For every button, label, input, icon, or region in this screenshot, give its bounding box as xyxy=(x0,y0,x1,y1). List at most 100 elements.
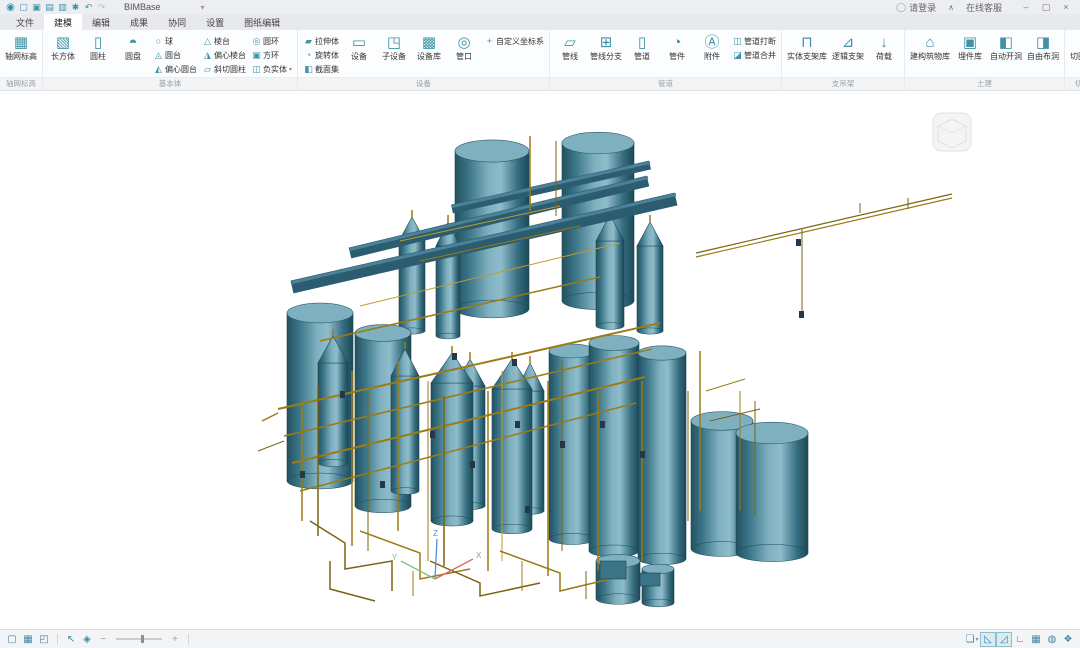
save-button[interactable]: ▤ xyxy=(44,2,55,13)
minimize-button[interactable]: – xyxy=(1016,1,1036,14)
logical-support-button[interactable]: ⊿逻辑支架 xyxy=(830,32,866,61)
equipment-button[interactable]: ▭设备 xyxy=(342,32,376,61)
redo-button[interactable]: ↷ xyxy=(96,2,107,13)
section-b-button[interactable]: ◿ xyxy=(997,633,1011,646)
online-help-link[interactable]: 在线客服 xyxy=(966,1,1002,14)
cuboid-button[interactable]: ▧长方体 xyxy=(46,32,80,61)
button-label: 圆盘 xyxy=(125,52,141,61)
viewport-3d[interactable]: Z Y X xyxy=(0,91,1080,629)
new-file-button[interactable]: ▢ xyxy=(18,2,29,13)
load-button[interactable]: ↓荷载 xyxy=(867,32,901,61)
settings-button[interactable]: ✱ xyxy=(70,2,81,13)
ribbon: ▦轴网标高轴网标高▧长方体▯圆柱◓圆盘○球◬圆台◭偏心圆台△棱台◮偏心棱台▱斜切… xyxy=(0,30,1080,91)
tab-file[interactable]: 文件 xyxy=(6,14,44,30)
pipeline-button[interactable]: ▱管线 xyxy=(553,32,587,61)
building-structure-library-button[interactable]: ⌂建构筑物库 xyxy=(908,32,952,61)
dropdown-caret-icon[interactable]: ▾ xyxy=(289,66,292,73)
extrusion-button[interactable]: ▰拉伸体 xyxy=(303,34,339,48)
cube-icon[interactable]: ◈ xyxy=(80,633,94,646)
ucs-button[interactable]: ∟ xyxy=(1013,633,1027,646)
cone-frustum-button[interactable]: ◬圆台 xyxy=(153,48,197,62)
beveled-cylinder-button[interactable]: ▱斜切圆柱 xyxy=(202,62,246,76)
grid-elevation-button[interactable]: ▦轴网标高 xyxy=(3,32,39,61)
zoom-slider[interactable] xyxy=(116,638,162,640)
tab-collaboration[interactable]: 协同 xyxy=(158,14,196,30)
button-label: 逻辑支架 xyxy=(832,52,864,61)
ribbon-group-supports-hangers: ⊓实体支架库⊿逻辑支架↓荷载支吊架 xyxy=(782,30,905,90)
tab-edit[interactable]: 编辑 xyxy=(82,14,120,30)
pipe-break-button[interactable]: ◫管道打断 xyxy=(732,34,776,48)
tab-drawing-edit[interactable]: 图纸编辑 xyxy=(234,14,290,30)
grid-icon[interactable]: ▦ xyxy=(21,633,35,646)
close-button[interactable]: × xyxy=(1056,1,1076,14)
item-label: 方环 xyxy=(263,50,279,61)
dropdown-caret-icon[interactable]: ▾ xyxy=(975,636,978,643)
pipe-icon: ▯ xyxy=(638,32,646,52)
torus-button[interactable]: ◎圆环 xyxy=(251,34,292,48)
orbit-button[interactable]: ◍ xyxy=(1045,633,1059,646)
display-settings-button[interactable]: ❖ xyxy=(1061,633,1075,646)
collapse-ribbon-icon[interactable]: ∧ xyxy=(948,3,954,12)
pointer-icon[interactable]: ↖ xyxy=(64,633,78,646)
section-a-button[interactable]: ◺ xyxy=(981,633,995,646)
solid-support-library-button[interactable]: ⊓实体支架库 xyxy=(785,32,829,61)
item-label: 管道合并 xyxy=(744,50,776,61)
button-label: 设备 xyxy=(351,52,367,61)
tab-settings[interactable]: 设置 xyxy=(196,14,234,30)
open-file-button[interactable]: ▣ xyxy=(31,2,42,13)
zoom-slider-handle[interactable] xyxy=(141,635,144,643)
eccentric-cone-frustum-button[interactable]: ◭偏心圆台 xyxy=(153,62,197,76)
section-cube-button[interactable]: ◪切图立方体 xyxy=(1068,32,1080,61)
nozzle-icon: ◎ xyxy=(457,32,470,52)
pipeline-branch-button[interactable]: ⊞管线分支 xyxy=(588,32,624,61)
pipeline-icon: ▱ xyxy=(564,32,576,52)
new-view-icon: ▢ xyxy=(7,634,16,645)
pipe-fitting-button[interactable]: ◔管件 xyxy=(660,32,694,61)
cylinder-icon: ▯ xyxy=(94,32,102,52)
tab-modeling[interactable]: 建模 xyxy=(44,14,82,30)
sub-equipment-button[interactable]: ◳子设备 xyxy=(377,32,411,61)
grid-icon-icon: ▦ xyxy=(23,634,32,645)
disc-button[interactable]: ◓圆盘 xyxy=(116,32,150,61)
status-bar: ▢▦◰ ↖◈ − + ❏▾◺◿∟▦◍❖ xyxy=(0,629,1080,648)
ribbon-small-column: ▰拉伸体◔旋转体◧截面集 xyxy=(301,32,341,76)
sphere-button[interactable]: ○球 xyxy=(153,34,197,48)
undo-button[interactable]: ↶ xyxy=(83,2,94,13)
pipe-button[interactable]: ▯管道 xyxy=(625,32,659,61)
item-label: 管道打断 xyxy=(744,36,776,47)
title-dropdown-icon[interactable]: ▾ xyxy=(201,3,205,12)
cylinder-button[interactable]: ▯圆柱 xyxy=(81,32,115,61)
grid-toggle-button[interactable]: ▦ xyxy=(1029,633,1043,646)
attachment-icon: Ⓐ xyxy=(705,32,720,52)
login-button[interactable]: ◯ 请登录 xyxy=(896,1,936,14)
square-torus-button[interactable]: ▣方环 xyxy=(251,48,292,62)
negative-solid-button[interactable]: ◫负实体▾ xyxy=(251,62,292,76)
attachment-button[interactable]: Ⓐ附件 xyxy=(695,32,729,61)
save-as-button[interactable]: ▥ xyxy=(57,2,68,13)
revolve-button[interactable]: ◔旋转体 xyxy=(303,48,339,62)
button-label: 子设备 xyxy=(382,52,406,61)
negative-solid-icon: ◫ xyxy=(251,64,262,75)
display-settings-icon: ❖ xyxy=(1064,634,1073,645)
equipment-library-button[interactable]: ▩设备库 xyxy=(412,32,446,61)
pipe-merge-button[interactable]: ◪管道合并 xyxy=(732,48,776,62)
embedded-parts-library-button[interactable]: ▣埋件库 xyxy=(953,32,987,61)
view-cube[interactable] xyxy=(933,113,971,151)
custom-coordinate-system-button[interactable]: +自定义坐标系 xyxy=(484,34,544,48)
zoom-out-button[interactable]: − xyxy=(96,633,110,646)
section-set-button[interactable]: ◧截面集 xyxy=(303,62,339,76)
nozzle-button[interactable]: ◎管口 xyxy=(447,32,481,61)
new-view-button[interactable]: ▢ xyxy=(5,633,19,646)
tab-results[interactable]: 成果 xyxy=(120,14,158,30)
layout-icon[interactable]: ◰ xyxy=(37,633,51,646)
eccentric-pyramid-frustum-button[interactable]: ◮偏心棱台 xyxy=(202,48,246,62)
auto-opening-button[interactable]: ◧自动开洞 xyxy=(988,32,1024,61)
pyramid-frustum-button[interactable]: △棱台 xyxy=(202,34,246,48)
free-opening-button[interactable]: ◨自由布洞 xyxy=(1025,32,1061,61)
ribbon-small-column: ◎圆环▣方环◫负实体▾ xyxy=(249,32,294,76)
zoom-in-button[interactable]: + xyxy=(168,633,182,646)
plant-model-canvas[interactable]: Z Y X xyxy=(0,91,1080,629)
maximize-button[interactable]: ▢ xyxy=(1036,1,1056,14)
view-cube-button[interactable]: ❏▾ xyxy=(965,633,979,646)
button-label: 自动开洞 xyxy=(990,52,1022,61)
